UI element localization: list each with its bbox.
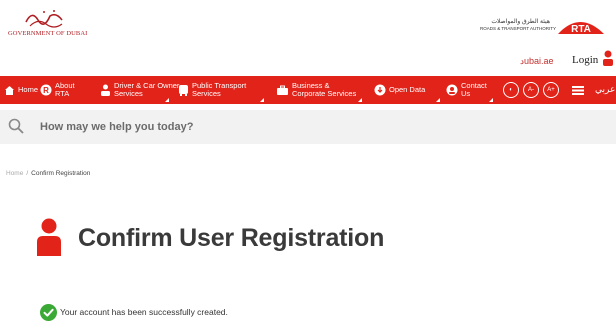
about-icon: R (40, 84, 52, 96)
nav-business-label: Business & Corporate Services (292, 81, 357, 98)
user-icon[interactable] (602, 50, 614, 66)
font-plus-icon: A+ (547, 87, 555, 93)
nav-about-label: About RTA (55, 81, 75, 98)
open-data-menu-caret (436, 98, 440, 102)
rta-english-name: ROADS & TRANSPORT AUTHORITY (480, 26, 557, 31)
nav-driver-label: Driver & Car Owner Services (114, 81, 180, 98)
font-decrease-button[interactable]: A- (523, 82, 539, 98)
page: GOVERNMENT OF DUBAI هيئة الطرق والمواصلا… (0, 0, 616, 324)
nav-item-about[interactable]: R About RTA (40, 76, 75, 104)
nav-contact-label: Contact Us (461, 81, 487, 98)
driver-icon (101, 84, 110, 96)
driver-menu-caret (165, 98, 169, 102)
main-navigation: Home R About RTA Driver & Car Owner Serv… (0, 76, 616, 104)
contact-menu-caret (489, 98, 493, 102)
contact-icon (446, 84, 458, 96)
header: GOVERNMENT OF DUBAI هيئة الطرق والمواصلا… (0, 0, 616, 70)
government-of-dubai-text: GOVERNMENT OF DUBAI (8, 30, 88, 37)
breadcrumb: Home / Confirm Registration (6, 170, 90, 177)
government-of-dubai-logo[interactable]: GOVERNMENT OF DUBAI (6, 8, 88, 40)
bus-icon (179, 84, 188, 96)
breadcrumb-current: Confirm Registration (31, 170, 91, 177)
business-menu-caret (358, 98, 362, 102)
login-link[interactable]: Login (572, 54, 598, 66)
success-message: Your account has been successfully creat… (60, 307, 228, 317)
language-switch[interactable]: عربي (595, 84, 615, 95)
nav-item-home[interactable]: Home (4, 76, 38, 104)
search-icon[interactable] (8, 118, 24, 134)
dubai-ae-link[interactable]: دubai.ae (520, 56, 554, 67)
breadcrumb-home-link[interactable]: Home (6, 170, 23, 177)
nav-item-contact[interactable]: Contact Us (446, 76, 487, 104)
rta-logo[interactable]: هيئة الطرق والمواصلات ROADS & TRANSPORT … (480, 6, 610, 40)
nav-home-label: Home (18, 85, 39, 94)
transport-menu-caret (260, 98, 264, 102)
user-profile-icon (37, 218, 61, 256)
page-title: Confirm User Registration (78, 224, 385, 252)
contrast-icon: ◐ (509, 87, 513, 93)
rta-badge-icon: RTA (558, 22, 604, 35)
nav-item-public-transport[interactable]: Public Transport Services (178, 76, 246, 104)
svg-text:RTA: RTA (571, 24, 591, 35)
high-contrast-button[interactable]: ◐ (503, 82, 519, 98)
nav-open-data-label: Open Data (389, 85, 426, 94)
check-circle-icon (40, 304, 57, 321)
search-bar (0, 110, 616, 144)
open-data-icon (374, 84, 386, 96)
briefcase-icon (277, 85, 288, 95)
rta-arabic-name: هيئة الطرق والمواصلات (491, 19, 550, 25)
hamburger-icon[interactable] (572, 85, 584, 95)
nav-item-business-services[interactable]: Business & Corporate Services (276, 76, 356, 104)
nav-item-open-data[interactable]: Open Data (374, 76, 425, 104)
home-icon (5, 85, 14, 95)
breadcrumb-separator: / (26, 170, 29, 177)
nav-transport-label: Public Transport Services (192, 81, 247, 98)
svg-text:R: R (43, 86, 49, 95)
search-input[interactable] (40, 115, 540, 139)
font-minus-icon: A- (528, 87, 534, 93)
dubai-calligraphy-icon (25, 10, 63, 28)
font-increase-button[interactable]: A+ (543, 82, 559, 98)
